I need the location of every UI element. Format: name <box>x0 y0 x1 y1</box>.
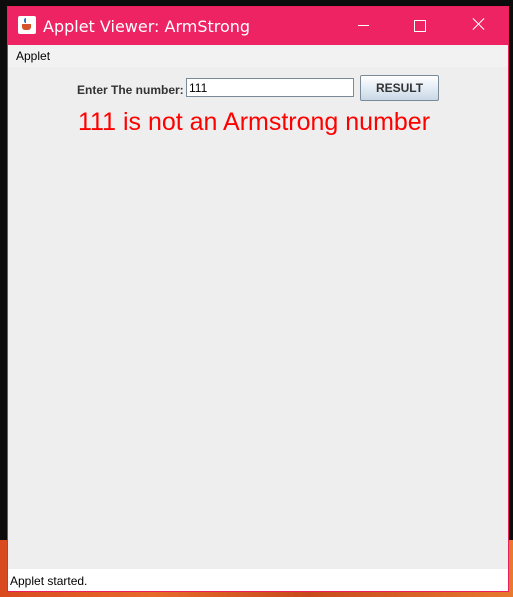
java-cup-icon <box>18 16 36 34</box>
window-title: Applet Viewer: ArmStrong <box>43 17 251 36</box>
number-input[interactable] <box>186 78 354 97</box>
maximize-button[interactable] <box>396 7 442 45</box>
menu-bar: Applet <box>8 45 508 67</box>
status-bar: Applet started. <box>8 569 508 591</box>
number-input-label: Enter The number: <box>77 83 184 97</box>
maximize-icon <box>414 20 426 32</box>
menu-item-applet[interactable]: Applet <box>16 49 50 63</box>
applet-panel: Enter The number: RESULT 111 is not an A… <box>8 67 508 569</box>
status-text: Applet started. <box>10 574 88 588</box>
minimize-icon <box>358 25 369 26</box>
result-message: 111 is not an Armstrong number <box>78 108 431 136</box>
java-cup-icon-part <box>22 24 31 30</box>
java-steam-icon-part <box>24 18 30 23</box>
minimize-button[interactable] <box>341 7 387 45</box>
applet-viewer-window: Applet Viewer: ArmStrong Applet Enter Th… <box>7 6 509 592</box>
result-button[interactable]: RESULT <box>360 75 439 101</box>
close-icon <box>469 14 489 34</box>
close-button[interactable] <box>455 7 501 45</box>
title-bar[interactable]: Applet Viewer: ArmStrong <box>8 7 508 45</box>
